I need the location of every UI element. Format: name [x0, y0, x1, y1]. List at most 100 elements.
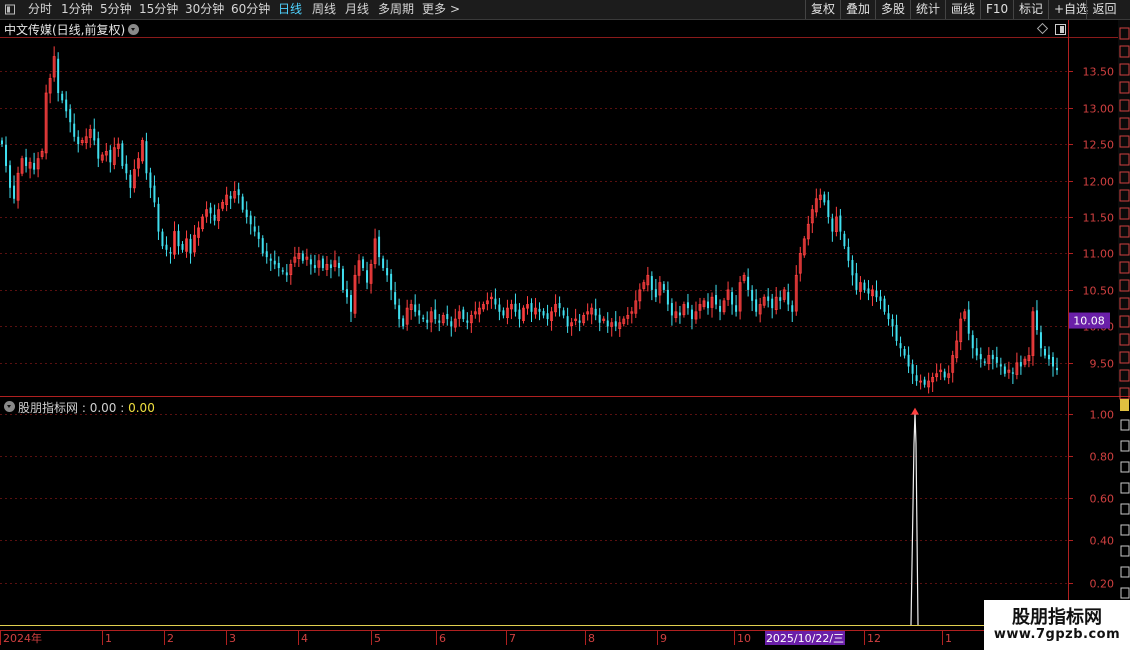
candle: [457, 305, 461, 327]
candle: [241, 193, 244, 213]
kline-chart[interactable]: 13.5013.0012.5012.0011.5011.0010.5010.00…: [0, 0, 1130, 650]
strip-glyph: [1120, 419, 1130, 431]
candle: [349, 290, 352, 322]
candle: [36, 152, 40, 178]
candle: [1051, 352, 1054, 377]
candle: [390, 269, 393, 301]
candle: [1047, 346, 1050, 366]
candle: [814, 188, 818, 217]
candle: [594, 298, 597, 321]
candle: [779, 290, 782, 310]
price-tick-label: 13.50: [1083, 66, 1115, 79]
candle: [289, 259, 293, 285]
time-tick-label: 4: [301, 632, 308, 645]
candle: [947, 365, 951, 384]
candle: [100, 152, 104, 164]
candle: [755, 289, 758, 317]
candle: [429, 307, 433, 333]
candle: [249, 210, 252, 235]
candle: [582, 312, 586, 326]
indicator-series: [910, 407, 919, 626]
time-tick-label: 5: [374, 632, 381, 645]
candle: [453, 308, 457, 332]
candle: [806, 215, 810, 246]
time-tick-label: 7: [509, 632, 516, 645]
candle: [686, 293, 689, 315]
candle: [855, 262, 858, 295]
indicator-label: 股朋指标网 : 0.00 : 0.00: [18, 401, 155, 415]
price-tick-label: 13.00: [1083, 103, 1115, 116]
candle: [702, 297, 706, 310]
candle: [136, 152, 140, 177]
strip-glyph: [1120, 503, 1130, 515]
candle: [654, 278, 657, 302]
diamond-icon[interactable]: [1036, 22, 1049, 35]
candle: [514, 293, 517, 317]
candlestick-series: [1, 46, 1058, 394]
window-toggle-icon[interactable]: [1055, 24, 1066, 35]
indicator-dropdown-icon[interactable]: [4, 401, 15, 412]
price-tick-label: 12.50: [1083, 139, 1115, 152]
candle: [325, 256, 329, 277]
candle: [867, 280, 870, 301]
candle: [40, 148, 44, 160]
candle: [839, 208, 842, 240]
candle: [959, 312, 963, 351]
candle: [747, 268, 750, 297]
candle: [891, 314, 894, 337]
candle: [16, 166, 20, 209]
candle: [305, 248, 309, 266]
candle: [217, 203, 221, 230]
candle: [642, 279, 646, 292]
candle: [477, 301, 481, 323]
candle: [682, 301, 686, 318]
candle: [132, 159, 136, 193]
candle: [735, 295, 738, 317]
candle: [1, 137, 3, 147]
candle: [1007, 361, 1011, 379]
indicator-axis: 1.00 0.80 0.60 0.40 0.20: [1068, 409, 1114, 591]
indicator-grid: [0, 414, 1068, 584]
candle: [871, 285, 874, 306]
candle: [48, 73, 52, 104]
candle: [710, 292, 714, 318]
candle: [109, 145, 112, 173]
candle: [666, 281, 669, 312]
candle: [903, 346, 906, 359]
candle: [694, 301, 698, 324]
candle: [28, 157, 32, 179]
candle: [610, 317, 614, 337]
candle: [209, 202, 212, 224]
candle: [787, 283, 790, 312]
candle: [1019, 355, 1022, 375]
candle: [394, 281, 397, 310]
candle: [546, 304, 549, 326]
candle: [895, 314, 898, 346]
candle: [1031, 307, 1035, 366]
candle: [169, 247, 172, 264]
candle: [678, 305, 681, 324]
candle: [181, 241, 184, 253]
watermark-title: 股朋指标网: [1012, 607, 1102, 628]
candle: [670, 298, 673, 326]
candle: [149, 167, 152, 199]
candle: [245, 201, 248, 224]
candle: [441, 312, 445, 326]
candle: [93, 118, 96, 146]
candle: [129, 169, 132, 199]
strip-marker: [1120, 399, 1129, 411]
candle: [899, 336, 902, 357]
candle: [630, 307, 634, 324]
candle: [1011, 367, 1014, 384]
candle: [57, 52, 60, 102]
candle: [25, 148, 28, 173]
candle: [751, 285, 754, 312]
candle: [562, 307, 565, 319]
candle: [774, 287, 778, 315]
candle: [782, 287, 786, 303]
candle: [414, 294, 417, 317]
candle: [907, 346, 910, 374]
candle: [257, 225, 260, 248]
indicator-tick-label: 0.80: [1090, 451, 1115, 464]
candle: [742, 272, 746, 284]
